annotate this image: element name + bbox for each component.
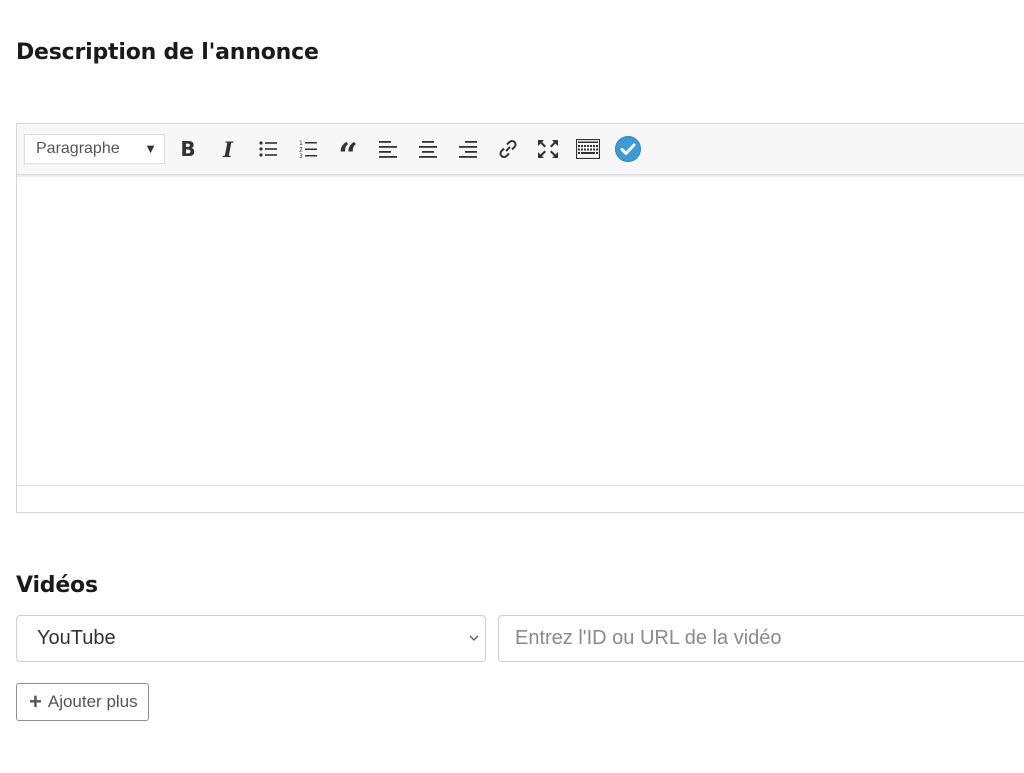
align-right-icon [459,141,477,158]
numbered-list-icon: 1 2 3 [299,140,317,159]
svg-text:3: 3 [299,153,303,159]
video-provider-value: YouTube [37,627,116,649]
bulleted-list-button[interactable] [253,134,283,164]
align-center-icon [419,141,437,158]
editor-content-area[interactable] [17,175,1024,485]
description-editor: Paragraphe ▼ B I 1 2 3 “ [16,123,1024,513]
video-url-input[interactable] [498,615,1024,662]
caret-down-icon: ▼ [144,141,157,156]
toolbar-toggle-button[interactable] [573,134,603,164]
keyboard-icon [576,139,600,159]
editor-toolbar: Paragraphe ▼ B I 1 2 3 “ [17,124,1024,177]
insert-link-button[interactable] [493,134,523,164]
add-more-label: Ajouter plus [47,692,138,711]
italic-icon: I [223,136,233,162]
bold-button[interactable]: B [173,134,203,164]
bold-icon: B [180,137,196,161]
numbered-list-button[interactable]: 1 2 3 [293,134,323,164]
spellcheck-button[interactable] [613,134,643,164]
format-select[interactable]: Paragraphe ▼ [24,134,165,164]
video-provider-select[interactable]: YouTube [16,615,486,662]
fullscreen-button[interactable] [533,134,563,164]
chevron-down-icon [469,635,479,641]
align-left-button[interactable] [373,134,403,164]
plus-icon: + [29,689,42,714]
align-right-button[interactable] [453,134,483,164]
editor-statusbar [17,485,1024,512]
bulleted-list-icon [259,141,277,157]
italic-button[interactable]: I [213,134,243,164]
format-select-value: Paragraphe [36,140,120,157]
align-center-button[interactable] [413,134,443,164]
blockquote-icon: “ [338,136,358,176]
blockquote-button[interactable]: “ [333,134,363,173]
check-circle-icon [615,136,641,162]
fullscreen-icon [538,140,558,158]
link-icon [499,139,517,159]
videos-section-title: Vidéos [16,573,98,598]
description-section-title: Description de l'annonce [16,40,319,65]
add-more-button[interactable]: + Ajouter plus [16,683,149,721]
align-left-icon [379,141,397,158]
